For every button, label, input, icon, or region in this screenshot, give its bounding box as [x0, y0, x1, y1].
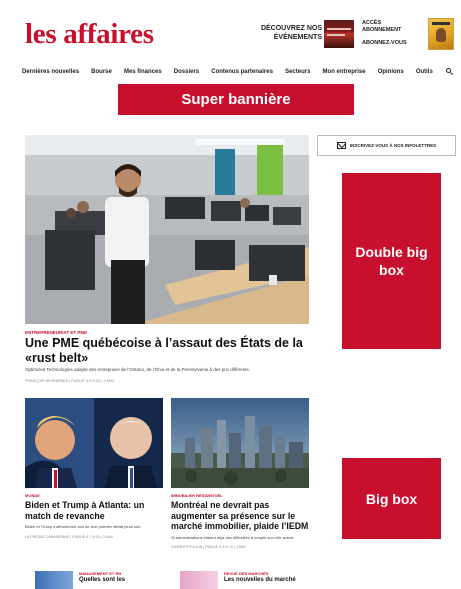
hero-meta: FRANÇOIS DESMARAIS | PUBLIÉ À 9 H 00 | 3… [25, 379, 114, 383]
article-meta: LA PRESSE CANADIENNE | PUBLIÉ À 7 H 20 |… [25, 534, 113, 539]
article-title[interactable]: Biden et Trump à Atlanta: un match de re… [25, 500, 163, 521]
mini-article[interactable]: REVUE DES MARCHÉS Les nouvelles du march… [180, 571, 320, 589]
mini-article-title[interactable]: Quelles sont les [79, 577, 125, 583]
site-header: les affaires DÉCOUVREZ NOS ÉVÉNEMENTS AC… [0, 0, 461, 62]
hero-title[interactable]: Une PME québécoise à l’assaut des États … [25, 336, 315, 366]
mini-article-category[interactable]: REVUE DES MARCHÉS [224, 571, 268, 576]
nav-item-my-finances[interactable]: Mes finances [124, 69, 162, 75]
magazine-cover-image[interactable] [428, 18, 454, 50]
double-big-box-ad[interactable]: Double big box [342, 173, 441, 349]
envelope-icon [336, 142, 346, 149]
article-category[interactable]: MONDE [25, 493, 163, 498]
mini-article[interactable]: MANAGEMENT ET RH Quelles sont les [35, 571, 165, 589]
hero-description: Optimized Technologies adapte des entrep… [25, 367, 250, 372]
article-card[interactable]: IMMOBILIER RÉSIDENTIEL Montréal ne devra… [171, 398, 309, 549]
hero-category[interactable]: ENTREPRENEURIAT ET PME [25, 330, 87, 335]
events-line-1: DÉCOUVREZ NOS [260, 25, 322, 32]
access-line-2: ABONNEMENT [362, 27, 402, 33]
article-meta: CHARLES POULIN | PUBLIÉ À 8 H 10 | 3 MIN [171, 545, 246, 549]
nav-item-sectors[interactable]: Secteurs [285, 69, 310, 75]
newsletter-signup-button[interactable]: INSCRIVEZ-VOUS À NOS INFOLETTRES [317, 135, 456, 156]
article-image[interactable] [171, 398, 309, 488]
events-line-2: ÉVÉNEMENTS [273, 34, 322, 41]
site-logo[interactable]: les affaires [25, 16, 154, 52]
article-title[interactable]: Montréal ne devrait pas augmenter sa pré… [171, 500, 309, 532]
subscription-access-link[interactable]: ACCÈS ABONNEMENT ABONNEZ-VOUS [362, 20, 407, 47]
access-line-1: ACCÈS [362, 20, 382, 26]
super-banner-ad[interactable]: Super bannière [118, 84, 354, 115]
article-category[interactable]: IMMOBILIER RÉSIDENTIEL [171, 493, 309, 498]
big-box-ad[interactable]: Big box [342, 458, 441, 539]
nav-item-stock-market[interactable]: Bourse [91, 69, 112, 75]
events-link[interactable]: DÉCOUVREZ NOS ÉVÉNEMENTS [226, 24, 322, 42]
newsletter-label: INSCRIVEZ-VOUS À NOS INFOLETTRES [349, 143, 437, 148]
article-description: Si administrations étaient déjà des diff… [171, 534, 295, 540]
article-image[interactable] [25, 398, 163, 488]
mini-article-category[interactable]: MANAGEMENT ET RH [79, 571, 121, 576]
main-nav: Dernières nouvelles Bourse Mes finances … [22, 67, 454, 76]
article-description: Biden et Trump s’affronteront lors de le… [25, 524, 142, 529]
article-card[interactable]: MONDE Biden et Trump à Atlanta: un match… [25, 398, 163, 539]
mini-article-title[interactable]: Les nouvelles du marché [224, 577, 296, 583]
mini-article-image[interactable] [180, 571, 218, 589]
subscribe-link[interactable]: ABONNEZ-VOUS [362, 40, 407, 47]
search-icon[interactable] [445, 67, 454, 76]
hero-article-image[interactable] [25, 135, 309, 324]
nav-item-tools[interactable]: Outils [416, 69, 433, 75]
nav-item-reports[interactable]: Dossiers [174, 69, 199, 75]
nav-item-partner-content[interactable]: Contenus partenaires [211, 69, 273, 75]
events-promo-image[interactable] [324, 20, 354, 48]
nav-item-my-business[interactable]: Mon entreprise [323, 69, 366, 75]
mini-article-image[interactable] [35, 571, 73, 589]
nav-item-latest-news[interactable]: Dernières nouvelles [22, 69, 79, 75]
nav-item-opinions[interactable]: Opinions [378, 69, 404, 75]
